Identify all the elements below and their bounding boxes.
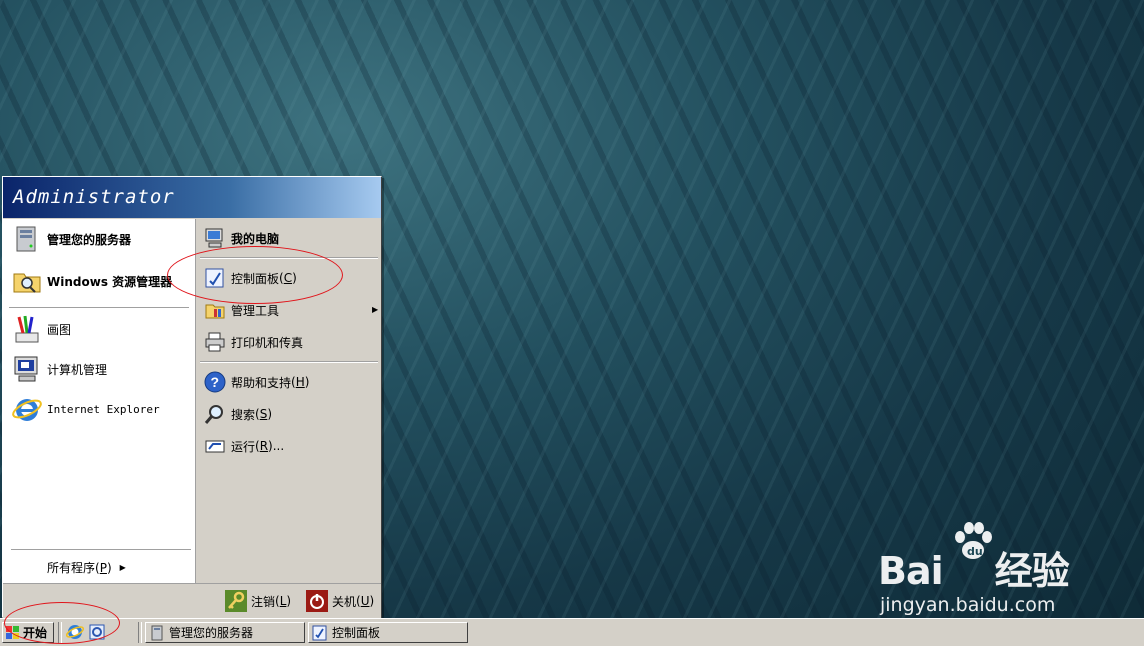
- menu-item-label: 打印机和传真: [231, 335, 304, 350]
- run-icon: [205, 440, 225, 453]
- menu-item-search[interactable]: 搜索 (S): [204, 403, 272, 425]
- taskbar-divider: [138, 622, 142, 643]
- server-icon: [16, 226, 36, 252]
- hotkey: H: [295, 375, 305, 389]
- computer-management-icon: [14, 356, 38, 382]
- task-button-control-panel[interactable]: 控制面板: [308, 622, 468, 643]
- start-menu: Administrator 管理您的服务器 Windows 资源管理器 画图 计…: [2, 176, 382, 618]
- menu-item-label: 计算机管理: [47, 362, 108, 377]
- task-label: 控制面板: [332, 626, 381, 640]
- svg-text:?: ?: [211, 374, 220, 390]
- shutdown-button[interactable]: 关机 (U): [306, 590, 374, 612]
- arrow-right-icon: ▶: [119, 563, 126, 572]
- server-manager-quicklaunch-icon[interactable]: [88, 623, 106, 641]
- ie-quicklaunch-icon[interactable]: [66, 623, 84, 641]
- admin-tools-icon: [205, 304, 225, 319]
- pinned-programs-pane: 管理您的服务器 Windows 资源管理器 画图 计算机管理 Internet …: [3, 219, 196, 583]
- start-menu-user-name: Administrator: [3, 177, 381, 218]
- hotkey: L: [279, 594, 287, 608]
- printer-icon: [205, 332, 225, 352]
- menu-item-paint[interactable]: 画图: [11, 313, 71, 345]
- menu-item-computer-management[interactable]: 计算机管理: [11, 353, 107, 385]
- hotkey: S: [259, 407, 268, 421]
- menu-item-label: 管理工具: [231, 303, 280, 318]
- menu-item-label: 搜索: [231, 407, 256, 422]
- menu-item-manage-server[interactable]: 管理您的服务器: [11, 223, 131, 255]
- all-programs-hotkey: P: [99, 560, 107, 575]
- paw-icon: du: [955, 522, 992, 559]
- taskbar-divider: [58, 622, 62, 643]
- server-icon: [151, 625, 163, 640]
- start-button[interactable]: 开始: [2, 622, 54, 643]
- menu-item-printers-faxes[interactable]: 打印机和传真: [204, 331, 303, 353]
- my-computer-icon: [205, 228, 223, 248]
- menu-item-windows-explorer[interactable]: Windows 资源管理器: [11, 265, 172, 297]
- folder-search-icon: [13, 273, 41, 293]
- hotkey: U: [360, 594, 370, 608]
- start-label: 开始: [23, 626, 48, 640]
- menu-item-run[interactable]: 运行 (R)...: [204, 435, 284, 457]
- ie-icon: [12, 399, 42, 421]
- menu-item-label: 帮助和支持: [231, 375, 292, 390]
- menu-item-help-support[interactable]: ? 帮助和支持 (H): [204, 371, 309, 393]
- control-panel-icon: [205, 268, 224, 288]
- ellipsis: ...: [272, 439, 285, 453]
- menu-item-label: Internet Explorer: [47, 402, 160, 416]
- windows-logo-icon: [6, 625, 19, 639]
- help-icon: ?: [204, 371, 226, 393]
- svg-text:du: du: [967, 545, 983, 558]
- taskbar: 开始 管理您的服务器 控制面板: [0, 618, 1144, 646]
- menu-item-label: 画图: [47, 322, 72, 337]
- all-programs-label: 所有程序: [47, 561, 96, 575]
- shutdown-label: 关机: [332, 594, 357, 609]
- separator: [200, 361, 378, 363]
- hotkey: C: [283, 271, 293, 285]
- menu-item-admin-tools[interactable]: 管理工具: [204, 299, 279, 321]
- system-links-pane: 我的电脑 控制面板 (C) 管理工具 ▶ 打印机和传真 ? 帮助和支持 (H …: [196, 219, 381, 583]
- menu-item-label: Windows 资源管理器: [47, 274, 173, 289]
- key-icon: [225, 590, 247, 612]
- all-programs-button[interactable]: 所有程序 (P) ▶: [47, 559, 126, 576]
- start-menu-footer: 注销 (L) 关机 (U): [3, 583, 381, 618]
- task-button-manage-server[interactable]: 管理您的服务器: [145, 622, 305, 643]
- search-icon: [204, 405, 223, 424]
- hotkey: R: [259, 439, 269, 453]
- menu-item-label: 运行: [231, 439, 256, 454]
- paint-icon: [15, 315, 39, 343]
- menu-item-label: 控制面板: [231, 271, 280, 286]
- menu-item-my-computer[interactable]: 我的电脑: [204, 227, 279, 249]
- watermark-url: jingyan.baidu.com: [880, 594, 1056, 616]
- task-label: 管理您的服务器: [169, 626, 254, 640]
- separator: [9, 307, 189, 309]
- logoff-label: 注销: [251, 594, 276, 609]
- submenu-arrow-icon: ▶: [372, 305, 379, 314]
- menu-item-control-panel[interactable]: 控制面板 (C): [204, 267, 297, 289]
- separator: [11, 549, 191, 551]
- separator: [200, 257, 378, 259]
- menu-item-internet-explorer[interactable]: Internet Explorer: [11, 393, 160, 425]
- logoff-button[interactable]: 注销 (L): [225, 590, 291, 612]
- control-panel-icon: [312, 625, 327, 640]
- menu-item-label: 管理您的服务器: [47, 232, 132, 247]
- baidu-watermark: Bai 经验 du jingyan.baidu.com: [878, 520, 1108, 620]
- menu-item-label: 我的电脑: [231, 231, 280, 246]
- power-icon: [306, 590, 328, 612]
